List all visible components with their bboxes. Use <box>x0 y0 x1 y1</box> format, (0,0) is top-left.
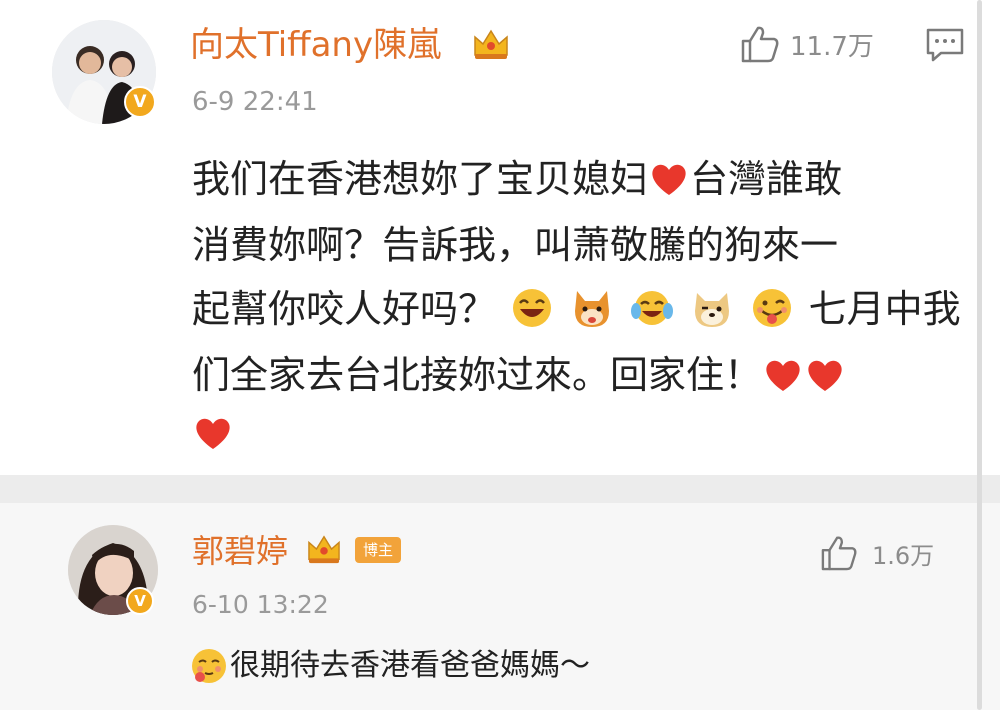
tears-of-joy-emoji-icon <box>631 291 674 325</box>
comment-text-segment: 台灣誰敢 <box>690 157 843 201</box>
author-badge: 博主 <box>355 537 401 563</box>
thumb-up-icon <box>741 26 779 63</box>
comment-text: 起幫你咬人好吗？ 七月中我 <box>192 286 961 332</box>
comment-text: 很期待去香港看爸爸媽媽～ <box>230 648 590 683</box>
wink-tongue-emoji-icon <box>753 289 792 327</box>
laughing-emoji-icon <box>513 289 552 327</box>
like-count: 11.7万 <box>790 31 874 62</box>
comment-text-segment: 们全家去台北接妳过來。回家住！ <box>192 353 763 397</box>
comment-timestamp: 6-10 13:22 <box>192 590 329 619</box>
scrollbar[interactable] <box>977 0 982 710</box>
comment-text: 们全家去台北接妳过來。回家住！ <box>192 352 846 398</box>
verified-badge-icon: V <box>124 86 156 118</box>
comment-text-segment: 七月中我 <box>808 287 961 331</box>
comment-text: 消費妳啊？告訴我，叫萧敬騰的狗來一 <box>192 223 839 267</box>
comment-text: 我们在香港想妳了宝贝媳妇 台灣誰敢 <box>192 156 842 202</box>
comment-text-segment: 我们在香港想妳了宝贝媳妇 <box>192 157 649 201</box>
verified-badge-icon: V <box>126 587 154 615</box>
section-divider <box>0 475 1000 503</box>
crown-icon <box>474 29 508 59</box>
comment-text <box>192 410 234 456</box>
heart-icon <box>652 164 686 195</box>
comment-icon[interactable] <box>925 27 965 63</box>
comment-username[interactable]: 郭碧婷 <box>192 531 288 571</box>
doge-emoji-icon <box>695 293 730 327</box>
comment-timestamp: 6-9 22:41 <box>192 87 318 117</box>
shy-face-emoji-icon <box>192 649 226 683</box>
crown-icon <box>308 535 340 564</box>
thumb-up-icon <box>821 536 857 571</box>
heart-icon <box>196 418 230 449</box>
heart-icon <box>808 360 842 391</box>
heart-icon <box>766 360 800 391</box>
shiba-emoji-icon <box>575 291 610 327</box>
comment-username[interactable]: 向太Tiffany陳嵐 <box>190 25 441 65</box>
comment-item: V 郭碧婷 博主 6-10 13:22 1.6万 很期待去香港看爸爸媽媽～ <box>0 503 1000 710</box>
like-button[interactable]: 1.6万 <box>820 535 934 571</box>
comment-text-segment: 起幫你咬人好吗？ <box>192 287 497 331</box>
like-button[interactable]: 11.7万 <box>740 25 874 63</box>
comment-item: V 向太Tiffany陳嵐 6-9 22:41 11.7万 我们在香港想妳了宝贝… <box>0 0 1000 475</box>
like-count: 1.6万 <box>872 541 935 570</box>
